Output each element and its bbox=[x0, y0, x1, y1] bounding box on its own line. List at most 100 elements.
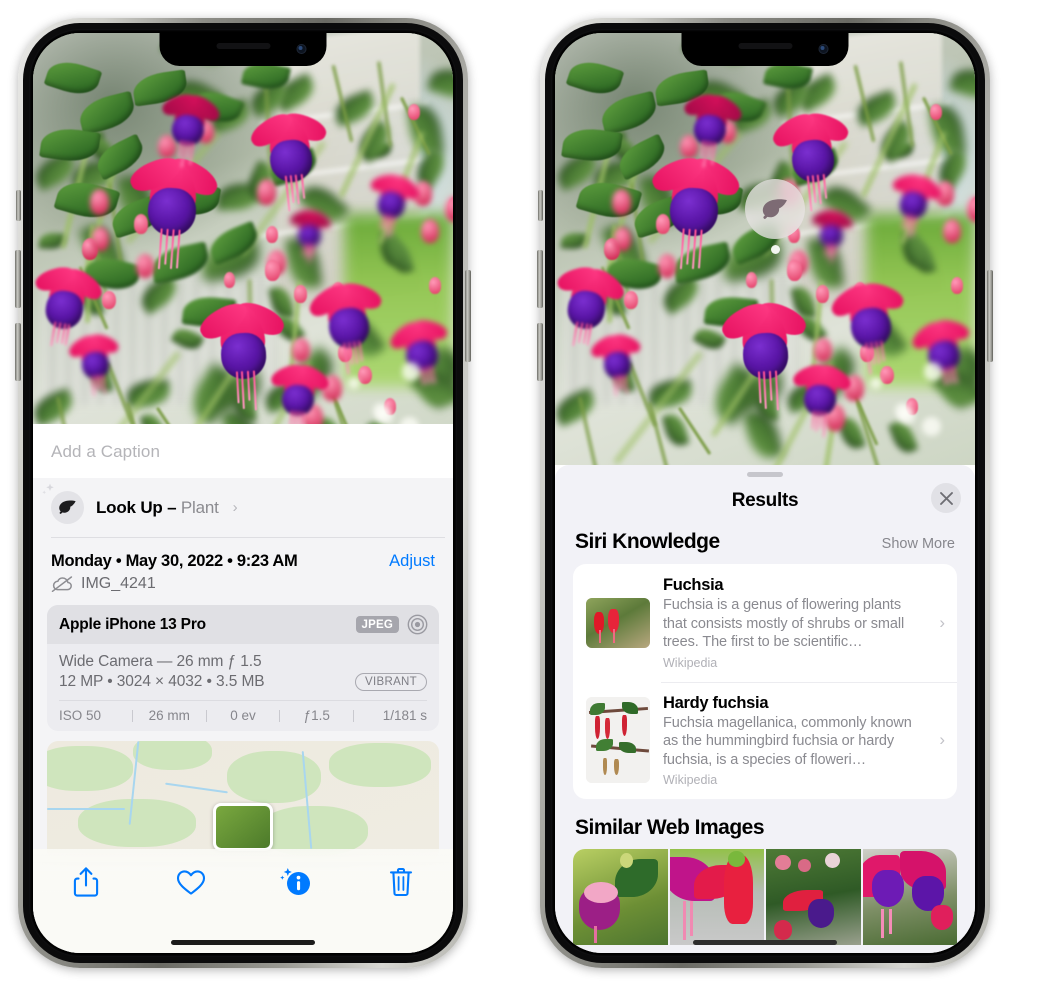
photo-bud bbox=[611, 188, 632, 215]
share-button[interactable] bbox=[60, 861, 112, 903]
flower-stamen bbox=[252, 370, 257, 411]
mute-switch[interactable] bbox=[538, 190, 543, 221]
volume-up-button[interactable] bbox=[537, 250, 543, 308]
card-source: Wikipedia bbox=[663, 655, 718, 670]
photo-file-row: IMG_4241 bbox=[33, 572, 453, 605]
photo-fuchsia-flower bbox=[150, 89, 225, 169]
photo-bud bbox=[613, 227, 632, 251]
flower-corolla bbox=[219, 331, 268, 381]
photo-fuchsia-flower bbox=[117, 151, 226, 270]
flower-stamen bbox=[623, 373, 628, 394]
web-image-thumb[interactable] bbox=[766, 849, 861, 946]
flower-stamen bbox=[880, 340, 886, 362]
power-button[interactable] bbox=[465, 270, 471, 362]
phone-right: Results Siri Knowledge Show More Fuchsia… bbox=[537, 18, 993, 968]
show-more-button[interactable]: Show More bbox=[882, 536, 955, 552]
similar-web-images-row bbox=[573, 849, 957, 946]
photo-bud bbox=[264, 260, 280, 281]
volume-down-button[interactable] bbox=[15, 323, 21, 381]
visual-look-up-badge[interactable] bbox=[745, 179, 805, 239]
photo-viewer[interactable] bbox=[33, 33, 453, 465]
caption-field[interactable]: Add a Caption bbox=[33, 424, 453, 478]
web-image-thumb[interactable] bbox=[573, 849, 668, 946]
flower-stamen bbox=[819, 411, 823, 430]
notch bbox=[159, 33, 327, 66]
photo-fuchsia-flower bbox=[586, 330, 649, 398]
photo-bud bbox=[950, 277, 963, 294]
list-item[interactable]: Hardy fuchsia Fuchsia magellanica, commo… bbox=[573, 681, 957, 800]
exif-focal: 26 mm bbox=[148, 708, 190, 723]
card-source: Wikipedia bbox=[663, 773, 718, 788]
info-sparkle-icon bbox=[279, 868, 310, 895]
earpiece-speaker bbox=[738, 43, 792, 49]
camera-info-card[interactable]: Apple iPhone 13 Pro JPEG Wide Camera — 2… bbox=[47, 605, 439, 731]
card-thumbnail bbox=[586, 697, 650, 784]
photo-fuchsia-flower bbox=[804, 207, 858, 265]
map-river bbox=[164, 782, 228, 793]
chevron-right-icon: › bbox=[939, 612, 945, 632]
photo-fuchsia-flower bbox=[282, 207, 336, 265]
flower-stamen bbox=[774, 370, 779, 411]
photo-date: Monday • May 30, 2022 • 9:23 AM bbox=[51, 552, 298, 570]
photo-fuchsia-flower bbox=[639, 151, 748, 270]
photo-bokeh bbox=[373, 403, 389, 419]
photo-bud bbox=[91, 227, 110, 251]
info-button[interactable] bbox=[270, 861, 322, 903]
heart-icon bbox=[176, 869, 205, 895]
photo-bud bbox=[814, 337, 833, 363]
flower-corolla bbox=[145, 186, 197, 239]
phone-screen-right: Results Siri Knowledge Show More Fuchsia… bbox=[555, 33, 975, 953]
photo-bud bbox=[266, 225, 279, 243]
camera-card-badges: JPEG bbox=[355, 614, 428, 635]
section-title: Similar Web Images bbox=[575, 816, 765, 840]
photo-bud bbox=[943, 219, 961, 244]
pin-thumbnail bbox=[216, 806, 270, 848]
look-up-leaf-badge bbox=[42, 483, 84, 524]
delete-button[interactable] bbox=[375, 861, 427, 903]
home-indicator[interactable] bbox=[693, 940, 837, 945]
photo-bud bbox=[428, 277, 441, 294]
photo-location-map[interactable] bbox=[47, 741, 439, 861]
photo-bokeh bbox=[922, 417, 941, 436]
photo-bud bbox=[745, 272, 758, 289]
close-button[interactable] bbox=[931, 483, 961, 513]
mute-switch[interactable] bbox=[16, 190, 21, 221]
map-green-area bbox=[78, 798, 196, 847]
visual-look-up-anchor-dot bbox=[771, 245, 780, 254]
sheet-title: Results bbox=[731, 490, 799, 511]
photo-thumbnail-pin[interactable] bbox=[213, 803, 273, 851]
flower-corolla bbox=[741, 331, 790, 381]
photo-date-row: Monday • May 30, 2022 • 9:23 AM Adjust bbox=[33, 538, 453, 572]
web-image-thumb[interactable] bbox=[669, 849, 764, 946]
look-up-label: Look Up – Plant bbox=[96, 498, 219, 518]
photo-bud bbox=[292, 337, 311, 363]
flower-stamen bbox=[815, 410, 819, 432]
exif-ev: 0 ev bbox=[230, 708, 256, 723]
leaf-icon bbox=[762, 198, 787, 219]
camera-card-header: Apple iPhone 13 Pro JPEG bbox=[47, 605, 439, 644]
volume-down-button[interactable] bbox=[537, 323, 543, 381]
web-image-thumb[interactable] bbox=[862, 849, 957, 946]
exif-row: ISO 50 26 mm 0 ev ƒ1.5 1/181 s bbox=[47, 701, 439, 731]
photo-fuchsia-flower bbox=[64, 330, 127, 398]
flower-stamen bbox=[101, 373, 106, 394]
exif-iso: ISO 50 bbox=[59, 708, 102, 723]
volume-up-button[interactable] bbox=[15, 250, 21, 308]
camera-specs-row: 12 MP • 3024 × 4032 • 3.5 MB VIBRANT bbox=[59, 673, 427, 691]
power-button[interactable] bbox=[987, 270, 993, 362]
map-green-area bbox=[133, 741, 212, 770]
look-up-row[interactable]: Look Up – Plant › bbox=[33, 478, 453, 538]
results-sheet: Results Siri Knowledge Show More Fuchsia… bbox=[555, 465, 975, 953]
sparkle-icon bbox=[42, 483, 54, 495]
adjust-button[interactable]: Adjust bbox=[389, 552, 435, 571]
favorite-button[interactable] bbox=[165, 861, 217, 903]
photo-bud bbox=[930, 104, 943, 121]
photo-viewer[interactable] bbox=[555, 33, 975, 465]
home-indicator[interactable] bbox=[171, 940, 315, 945]
format-badge: JPEG bbox=[355, 616, 399, 633]
photo-toolbar bbox=[33, 849, 453, 953]
caption-placeholder: Add a Caption bbox=[51, 442, 161, 461]
list-item[interactable]: Fuchsia Fuchsia is a genus of flowering … bbox=[573, 564, 957, 682]
notch bbox=[681, 33, 849, 66]
flower-stamen bbox=[358, 340, 364, 362]
